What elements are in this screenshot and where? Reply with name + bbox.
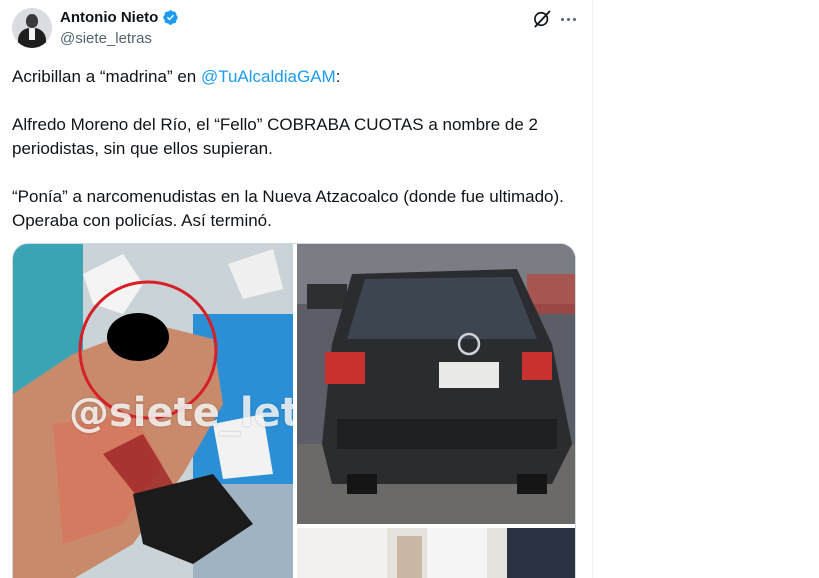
more-dot xyxy=(566,17,570,21)
author-handle[interactable]: @siete_letras xyxy=(60,30,152,47)
mention-link[interactable]: @TuAlcaldiaGAM xyxy=(201,67,336,86)
tweet-paragraph-3: “Ponía” a narcomenudistas en la Nueva At… xyxy=(12,187,564,230)
avatar[interactable] xyxy=(12,8,52,48)
more-dot xyxy=(560,17,564,21)
watermark-text: @siete_letras xyxy=(69,390,293,436)
photo-car-drawing xyxy=(297,244,575,524)
grok-icon[interactable] xyxy=(532,9,552,29)
photo-bystanders[interactable] xyxy=(297,528,575,578)
author-name-row: Antonio Nieto xyxy=(60,9,179,26)
avatar-head xyxy=(26,14,38,28)
more-dot xyxy=(572,17,576,21)
photo-bystanders-drawing xyxy=(297,528,575,578)
tweet-text-part: Acribillan a “madrina” en xyxy=(12,67,201,86)
tweet-paragraph-2: Alfredo Moreno del Río, el “Fello” COBRA… xyxy=(12,115,538,158)
avatar-shirt xyxy=(29,28,35,40)
tweet-text: Acribillan a “madrina” en @TuAlcaldiaGAM… xyxy=(12,65,572,257)
photo-injured-person[interactable]: @siete_letras xyxy=(13,244,293,578)
tweet: Antonio Nieto @siete_letras Acribillan a… xyxy=(0,0,593,578)
photo-car[interactable] xyxy=(297,244,575,524)
verified-badge-icon xyxy=(163,10,179,25)
media-grid: @siete_letras xyxy=(12,243,576,578)
tweet-paragraph-1: Acribillan a “madrina” en @TuAlcaldiaGAM… xyxy=(12,65,572,89)
author-display-name[interactable]: Antonio Nieto xyxy=(60,9,158,26)
more-options-icon[interactable] xyxy=(556,7,580,31)
tweet-text-part: : xyxy=(335,67,341,86)
